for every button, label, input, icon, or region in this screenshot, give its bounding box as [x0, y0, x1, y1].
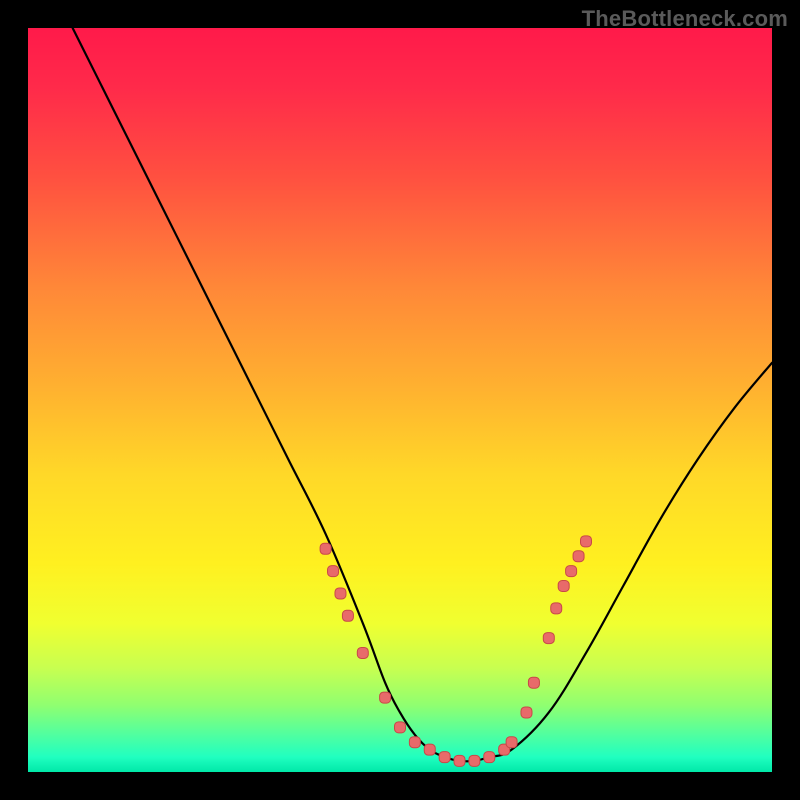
marker-point	[342, 610, 353, 621]
marker-point	[506, 737, 517, 748]
watermark-text: TheBottleneck.com	[582, 6, 788, 32]
marker-point	[484, 752, 495, 763]
marker-point	[454, 755, 465, 766]
marker-point	[469, 755, 480, 766]
marker-point	[320, 543, 331, 554]
curve-line	[73, 28, 772, 761]
plot-area	[28, 28, 772, 772]
marker-point	[328, 566, 339, 577]
marker-point	[380, 692, 391, 703]
marker-point	[424, 744, 435, 755]
marker-point	[521, 707, 532, 718]
marker-point	[581, 536, 592, 547]
marker-point	[551, 603, 562, 614]
marker-point	[409, 737, 420, 748]
marker-point	[335, 588, 346, 599]
marker-point	[528, 677, 539, 688]
marker-point	[573, 551, 584, 562]
chart-svg	[28, 28, 772, 772]
marker-point	[558, 581, 569, 592]
marker-point	[566, 566, 577, 577]
marker-point	[543, 633, 554, 644]
marker-point	[395, 722, 406, 733]
marker-point	[357, 647, 368, 658]
highlight-markers	[320, 536, 591, 766]
marker-point	[439, 752, 450, 763]
chart-container: TheBottleneck.com	[0, 0, 800, 800]
